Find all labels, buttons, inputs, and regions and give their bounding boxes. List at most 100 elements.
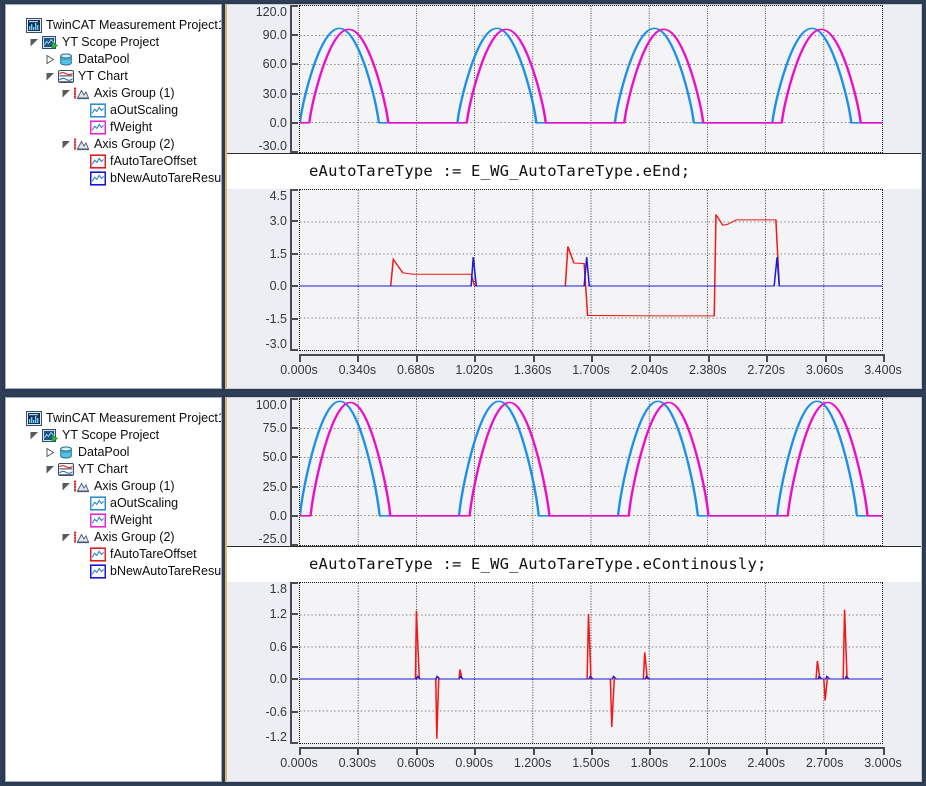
y-tick-mark xyxy=(291,456,298,459)
tree-item-label: fAutoTareOffset xyxy=(110,154,197,168)
tree-item-label: DataPool xyxy=(78,445,130,459)
expand-arrow-expanded-icon[interactable] xyxy=(60,136,73,153)
y-tick-mark xyxy=(291,63,298,66)
x-tick-mark xyxy=(649,747,652,755)
tree-item-fweight[interactable]: fWeight xyxy=(12,119,217,136)
tree-item-axis-group-1[interactable]: Axis Group (1) xyxy=(12,85,217,102)
x-tick-mark xyxy=(707,354,710,362)
tree-item-bnewautotareresult[interactable]: bNewAutoTareResult xyxy=(12,170,221,187)
y-tick-label: 60.0 xyxy=(262,57,287,72)
x-tick-mark xyxy=(649,354,652,362)
tree-item-datapool[interactable]: DataPool xyxy=(12,444,217,461)
lower-y-axis: 1.8 1.2 0.6 0.0 -0.6 -1.2 xyxy=(227,582,299,744)
tree-item-fautotareoffset[interactable]: fAutoTareOffset xyxy=(12,153,217,170)
y-tick-mark xyxy=(291,398,298,400)
channel-icon-blue xyxy=(89,103,106,118)
y-tick-label: 0.0 xyxy=(269,509,287,524)
channel-icon-darkblue xyxy=(89,564,106,579)
y-tick-mark xyxy=(291,5,298,7)
tree-item-label: YT Scope Project xyxy=(62,428,160,442)
tree-item-axis-group-1[interactable]: Axis Group (1) xyxy=(12,478,217,495)
tree-item-fweight[interactable]: fWeight xyxy=(12,512,217,529)
upper-subplot: 120.0 90.0 60.0 30.0 0.0 -30.0 xyxy=(227,5,921,153)
tree-item-fautotareoffset[interactable]: fAutoTareOffset xyxy=(12,546,217,563)
tree-item-axis-group-2[interactable]: Axis Group (2) xyxy=(12,136,217,153)
y-tick-label: -0.6 xyxy=(265,704,287,719)
expand-arrow-expanded-icon[interactable] xyxy=(60,478,73,495)
tree-item-label: Axis Group (2) xyxy=(94,137,175,151)
tree-item-label: fAutoTareOffset xyxy=(110,547,197,561)
expand-arrow-expanded-icon[interactable] xyxy=(28,427,41,444)
scope-panel-bottom: TwinCAT Measurement Project1 YT Scope Pr… xyxy=(2,395,924,784)
yt-chart-bottom[interactable]: 100.0 75.0 50.0 25.0 0.0 -25.0 eAutoTareType :… xyxy=(225,397,922,782)
x-tick-mark xyxy=(824,354,827,362)
y-tick-mark xyxy=(291,515,298,518)
y-tick-label: 90.0 xyxy=(262,27,287,42)
x-tick-label: 0.000s xyxy=(280,363,318,377)
tree-item-label: aOutScaling xyxy=(110,103,179,117)
tree-item-yt-scope-project[interactable]: YT Scope Project xyxy=(12,427,217,444)
y-axis-line xyxy=(290,5,292,153)
lower-plot-area[interactable] xyxy=(299,582,883,744)
x-tick-mark xyxy=(299,747,301,755)
expand-arrow-expanded-icon[interactable] xyxy=(60,529,73,546)
expand-arrow-expanded-icon[interactable] xyxy=(28,34,41,51)
tree-item-yt-scope-project[interactable]: YT Scope Project xyxy=(12,34,217,51)
y-tick-label: 1.5 xyxy=(269,246,287,261)
y-tick-mark xyxy=(291,252,298,255)
tree-item-yt-chart[interactable]: YT Chart xyxy=(12,68,217,85)
upper-plot-area[interactable] xyxy=(299,398,883,546)
x-tick-mark xyxy=(707,747,710,755)
upper-plot-area[interactable] xyxy=(299,5,883,153)
yt-chart-icon xyxy=(57,69,74,84)
tree-item-twincat-measurement-project1[interactable]: TwinCAT Measurement Project1 xyxy=(12,17,221,34)
axis-group-icon xyxy=(73,86,90,101)
chart-annotation-text: eAutoTareType := E_WG_AutoTareType.eEnd; xyxy=(227,153,921,189)
y-tick-label: 0.6 xyxy=(269,639,287,654)
tree-item-twincat-measurement-project1[interactable]: TwinCAT Measurement Project1 xyxy=(12,410,221,427)
tree-item-label: aOutScaling xyxy=(110,496,179,510)
x-tick-mark xyxy=(766,354,769,362)
tree-item-label: TwinCAT Measurement Project1 xyxy=(46,411,222,425)
y-tick-mark xyxy=(291,485,298,488)
tree-item-axis-group-2[interactable]: Axis Group (2) xyxy=(12,529,217,546)
project-tree-container-top: TwinCAT Measurement Project1 YT Scope Pr… xyxy=(2,2,224,391)
x-tick-mark xyxy=(532,747,535,755)
lower-plot-area[interactable] xyxy=(299,189,883,351)
axis-group-icon xyxy=(73,479,90,494)
chart-container-top: 120.0 90.0 60.0 30.0 0.0 -30.0 eAutoTareType :… xyxy=(224,2,924,391)
tree-item-aoutscaling[interactable]: aOutScaling xyxy=(12,495,217,512)
tree-item-label: fWeight xyxy=(110,120,153,134)
twincat-measurement-icon xyxy=(25,411,42,426)
tree-item-label: DataPool xyxy=(78,52,130,66)
x-tick-mark xyxy=(883,747,885,755)
expand-arrow-expanded-icon[interactable] xyxy=(44,68,57,85)
y-tick-label: -1.5 xyxy=(265,311,287,326)
expand-arrow-collapsed-icon[interactable] xyxy=(44,51,57,68)
expand-arrow-expanded-icon[interactable] xyxy=(60,85,73,102)
tree-item-datapool[interactable]: DataPool xyxy=(12,51,217,68)
project-tree-top[interactable]: TwinCAT Measurement Project1 YT Scope Pr… xyxy=(5,4,222,389)
expand-arrow-expanded-icon[interactable] xyxy=(44,461,57,478)
y-axis-line xyxy=(290,398,292,546)
y-tick-label: 120.0 xyxy=(255,5,287,19)
yt-chart-top[interactable]: 120.0 90.0 60.0 30.0 0.0 -30.0 eAutoTareType :… xyxy=(225,4,922,389)
y-tick-mark xyxy=(291,613,298,616)
twincat-measurement-icon xyxy=(25,18,42,33)
project-tree-bottom[interactable]: TwinCAT Measurement Project1 YT Scope Pr… xyxy=(5,397,222,782)
x-tick-label: 2.720s xyxy=(747,363,785,377)
expand-arrow-collapsed-icon[interactable] xyxy=(44,444,57,461)
x-tick-label: 2.040s xyxy=(630,363,669,377)
tree-item-bnewautotareresult[interactable]: bNewAutoTareResult xyxy=(12,563,221,580)
tree-item-aoutscaling[interactable]: aOutScaling xyxy=(12,102,217,119)
y-tick-mark xyxy=(291,189,298,191)
y-tick-label: 25.0 xyxy=(262,479,287,494)
x-tick-mark xyxy=(824,747,827,755)
tree-item-label: YT Chart xyxy=(78,69,128,83)
yt-scope-project-icon xyxy=(41,428,58,443)
tree-item-yt-chart[interactable]: YT Chart xyxy=(12,461,217,478)
tree-item-label: YT Chart xyxy=(78,462,128,476)
